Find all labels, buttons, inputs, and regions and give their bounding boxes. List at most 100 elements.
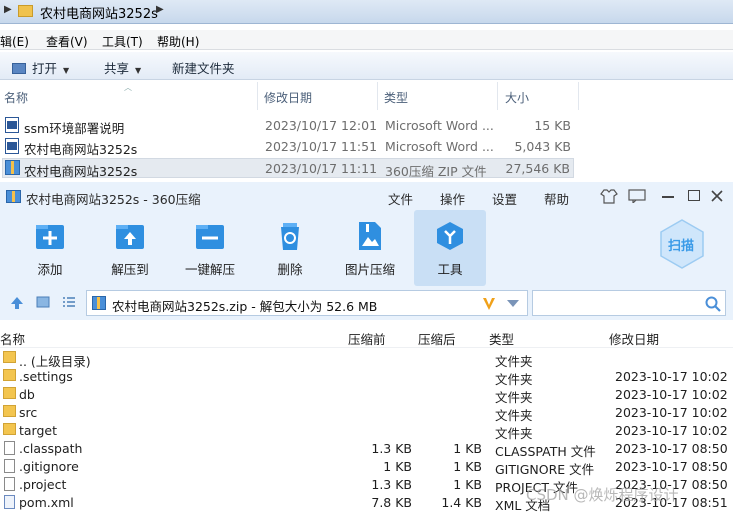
- feedback-icon[interactable]: [628, 189, 646, 203]
- dropdown-arrow-icon: ▼: [135, 66, 142, 75]
- file-icon: [4, 477, 15, 491]
- column-divider[interactable]: [377, 82, 378, 110]
- sort-arrow-icon: ︿: [124, 83, 132, 92]
- file-size: 15 KB: [534, 118, 571, 133]
- delete-button[interactable]: 删除: [254, 210, 326, 286]
- extract-to-button[interactable]: 解压到: [94, 210, 166, 286]
- entry-name: .settings: [19, 369, 73, 384]
- extract-to-icon: [116, 225, 144, 249]
- file-name: ssm环境部署说明: [24, 121, 125, 136]
- entry-date: 2023-10-17 10:02: [615, 423, 728, 438]
- column-name[interactable]: 名称: [4, 89, 28, 106]
- file-row[interactable]: 农村电商网站3252s 2023/10/17 11:51 Microsoft W…: [2, 137, 574, 157]
- menu-tools[interactable]: 工具(T): [102, 33, 143, 50]
- archive-entry-row[interactable]: .gitignore 1 KB 1 KB GITIGNORE 文件 2023-10-17…: [0, 458, 733, 477]
- minimize-icon[interactable]: [662, 196, 674, 198]
- column-divider[interactable]: [578, 82, 579, 110]
- file-row-selected[interactable]: 农村电商网站3252s 2023/10/17 11:11 360压缩 ZIP 文…: [2, 158, 574, 179]
- entry-date: 2023-10-17 08:50: [615, 459, 728, 474]
- column-type[interactable]: 类型: [384, 89, 408, 106]
- archive-entry-row[interactable]: target 文件夹 2023-10-17 10:02: [0, 422, 733, 441]
- menu-help[interactable]: 帮助(H): [157, 33, 199, 50]
- folder-icon: [18, 5, 33, 17]
- maximize-icon[interactable]: [688, 190, 700, 201]
- one-click-extract-icon: [196, 225, 224, 249]
- column-divider[interactable]: [257, 82, 258, 110]
- dropdown-arrow-icon[interactable]: [507, 300, 519, 308]
- open-button[interactable]: 打开 ▼: [12, 58, 69, 77]
- scan-button[interactable]: 扫描: [658, 218, 706, 270]
- entry-name: src: [19, 405, 38, 420]
- column-name[interactable]: 名称: [0, 329, 25, 348]
- explorer-column-header: 名称 ︿ 修改日期 类型 大小: [0, 82, 733, 110]
- thumbnail-view-icon[interactable]: [36, 296, 50, 308]
- menu-edit[interactable]: 辑(E): [0, 33, 29, 50]
- open-icon: [12, 63, 26, 74]
- image-compress-icon: [359, 222, 381, 250]
- archive-path-field[interactable]: 农村电商网站3252s.zip - 解包大小为 52.6 MB: [86, 290, 528, 316]
- zip-archive-icon: [92, 296, 106, 310]
- search-input[interactable]: [532, 290, 726, 316]
- archive-entry-row[interactable]: .. (上级目录) 文件夹: [0, 350, 733, 369]
- one-click-extract-button[interactable]: 一键解压: [174, 210, 246, 286]
- file-type: Microsoft Word ...: [385, 139, 494, 154]
- file-name: 农村电商网站3252s: [24, 142, 138, 157]
- column-divider[interactable]: [497, 82, 498, 110]
- archive-entry-row[interactable]: src 文件夹 2023-10-17 10:02: [0, 404, 733, 423]
- zip-archive-icon: [5, 160, 20, 175]
- entry-date: 2023-10-17 10:02: [615, 405, 728, 420]
- column-date[interactable]: 修改日期: [264, 89, 312, 106]
- search-icon[interactable]: [705, 296, 721, 312]
- breadcrumb[interactable]: 农村电商网站3252s: [40, 3, 158, 22]
- menu-view[interactable]: 查看(V): [46, 33, 88, 50]
- entry-name: .classpath: [19, 441, 83, 456]
- zip-app-icon: [6, 190, 21, 203]
- add-button[interactable]: 添加: [14, 210, 86, 286]
- column-type[interactable]: 类型: [489, 329, 514, 348]
- folder-icon: [3, 387, 16, 399]
- close-icon[interactable]: [711, 190, 723, 202]
- archive-entry-row[interactable]: .classpath 1.3 KB 1 KB CLASSPATH 文件 2023-10-…: [0, 440, 733, 459]
- file-name: 农村电商网站3252s: [24, 164, 138, 179]
- tools-button[interactable]: 工具: [414, 210, 486, 286]
- new-folder-button[interactable]: 新建文件夹: [172, 58, 235, 77]
- menu-settings[interactable]: 设置: [492, 189, 517, 208]
- column-size[interactable]: 大小: [505, 89, 529, 106]
- up-arrow-icon[interactable]: [10, 296, 24, 310]
- archive-entry-row[interactable]: db 文件夹 2023-10-17 10:02: [0, 386, 733, 405]
- menu-bar: 辑(E) 查看(V) 工具(T) 帮助(H): [0, 30, 733, 50]
- v-badge-icon[interactable]: [481, 296, 497, 312]
- chevron-right-icon[interactable]: ▶: [156, 4, 164, 15]
- list-view-icon[interactable]: [62, 296, 76, 308]
- share-button[interactable]: 共享 ▼: [104, 58, 141, 77]
- menu-operation[interactable]: 操作: [440, 189, 465, 208]
- column-before[interactable]: 压缩前: [348, 329, 386, 348]
- watermark: CSDN @焕烁程序设计: [526, 486, 679, 504]
- entry-name: .gitignore: [19, 459, 79, 474]
- zip-title-bar: 农村电商网站3252s - 360压缩 文件 操作 设置 帮助: [0, 182, 733, 210]
- folder-icon: [3, 351, 16, 363]
- address-bar[interactable]: ▶ 农村电商网站3252s ▶: [0, 0, 733, 24]
- folder-icon: [3, 405, 16, 417]
- entry-date: 2023-10-17 10:02: [615, 387, 728, 402]
- menu-file[interactable]: 文件: [388, 189, 413, 208]
- word-doc-icon: [5, 117, 19, 133]
- column-after[interactable]: 压缩后: [418, 329, 456, 348]
- entry-name: .project: [19, 477, 67, 492]
- entry-name: pom.xml: [19, 495, 74, 510]
- skin-shirt-icon[interactable]: [600, 188, 618, 204]
- column-modified[interactable]: 修改日期: [609, 329, 659, 348]
- image-compress-button[interactable]: 图片压缩: [334, 210, 406, 286]
- recycle-bin-icon: [281, 223, 299, 250]
- file-row[interactable]: ssm环境部署说明 2023/10/17 12:01 Microsoft Wor…: [2, 116, 574, 136]
- entry-name: db: [19, 387, 35, 402]
- file-size: 5,043 KB: [514, 139, 571, 154]
- menu-help[interactable]: 帮助: [544, 189, 569, 208]
- file-date: 2023/10/17 11:11: [265, 161, 378, 176]
- window-title: 农村电商网站3252s - 360压缩: [26, 192, 201, 207]
- entry-size-after: 1 KB: [453, 459, 482, 474]
- archive-entry-row[interactable]: .settings 文件夹 2023-10-17 10:02: [0, 368, 733, 387]
- folder-icon: [3, 423, 16, 435]
- word-doc-icon: [5, 138, 19, 154]
- chevron-right-icon: ▶: [4, 4, 12, 15]
